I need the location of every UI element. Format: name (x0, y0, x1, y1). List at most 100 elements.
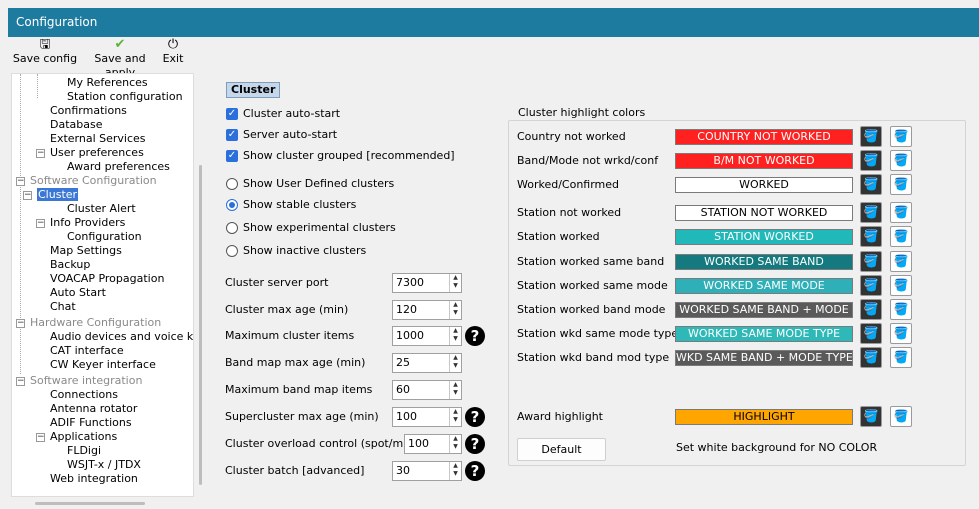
background-color-bucket-icon[interactable]: 🪣 (860, 174, 882, 195)
tree-item-info-providers[interactable]: Info Providers (50, 216, 125, 230)
tree-vertical-scrollbar[interactable] (199, 165, 202, 485)
tree-item-wsjtx-jtdx[interactable]: WSJT-x / JTDX (67, 458, 141, 472)
background-color-bucket-icon[interactable]: 🪣 (860, 202, 882, 223)
tree-horizontal-scrollbar[interactable] (35, 502, 145, 505)
highlight-swatch-station-worked-same-mode[interactable]: WORKED SAME MODE (675, 278, 853, 294)
highlight-swatch-station-wkd-same-mode-type[interactable]: WORKED SAME MODE TYPE (675, 326, 853, 342)
tree-item-antenna-rotator[interactable]: Antenna rotator (50, 402, 137, 416)
exit-button[interactable]: ⏻ Exit (160, 37, 186, 70)
save-config-button[interactable]: 🖫 Save config (12, 37, 78, 70)
maximum-band-map-items-spinbox[interactable]: 60 ▲ ▼ (392, 380, 462, 400)
tree-item-database[interactable]: Database (50, 118, 103, 132)
text-color-bucket-icon[interactable]: 🪣 (890, 251, 912, 272)
tree-item-audio-devices[interactable]: Audio devices and voice keye (50, 330, 193, 344)
text-color-bucket-icon[interactable]: 🪣 (890, 202, 912, 223)
highlight-swatch-station-wkd-band-mod-type[interactable]: WKD SAME BAND + MODE TYPE (675, 350, 853, 366)
text-color-bucket-icon[interactable]: 🪣 (890, 150, 912, 171)
background-color-bucket-icon[interactable]: 🪣 (860, 323, 882, 344)
highlight-swatch-station-worked-same-band[interactable]: WORKED SAME BAND (675, 254, 853, 270)
background-color-bucket-icon[interactable]: 🪣 (860, 406, 882, 427)
collapse-icon[interactable]: − (16, 177, 25, 186)
cluster-server-port-spinbox[interactable]: 7300 ▲ ▼ (392, 273, 462, 293)
tree-item-cluster[interactable]: Cluster (37, 188, 79, 202)
tree-item-configuration[interactable]: Configuration (67, 230, 142, 244)
radio-stable-clusters[interactable]: Show stable clusters (226, 198, 356, 212)
cluster-max-age-spinbox[interactable]: 120 ▲ ▼ (392, 300, 462, 320)
background-color-bucket-icon[interactable]: 🪣 (860, 126, 882, 147)
highlight-swatch-station-worked-band-mode[interactable]: WORKED SAME BAND + MODE (675, 302, 853, 318)
tree-item-cw-keyer-interface[interactable]: CW Keyer interface (50, 358, 156, 372)
tree-item-cat-interface[interactable]: CAT interface (50, 344, 124, 358)
collapse-icon[interactable]: − (23, 191, 32, 200)
highlight-swatch-station-not-worked[interactable]: STATION NOT WORKED (675, 205, 853, 221)
tree-item-fldigi[interactable]: FLDigi (67, 444, 101, 458)
cluster-batch-spinbox[interactable]: 30 ▲ ▼ (392, 461, 462, 481)
highlight-label-country-not-worked: Country not worked (517, 130, 626, 143)
text-color-bucket-icon[interactable]: 🪣 (890, 226, 912, 247)
cluster-overload-control-spinbox[interactable]: 100 ▲ ▼ (404, 434, 462, 454)
background-color-bucket-icon[interactable]: 🪣 (860, 251, 882, 272)
help-icon[interactable]: ? (465, 407, 485, 427)
radio-experimental-clusters[interactable]: Show experimental clusters (226, 221, 396, 235)
tree-item-confirmations[interactable]: Confirmations (50, 104, 127, 118)
highlight-swatch-band-mode-not-wrkd-conf[interactable]: B/M NOT WORKED (675, 153, 853, 169)
collapse-icon[interactable]: − (36, 433, 45, 442)
help-icon[interactable]: ? (465, 461, 485, 481)
text-color-bucket-icon[interactable]: 🪣 (890, 347, 912, 368)
checkmark-icon: ✓ (226, 108, 238, 120)
text-color-bucket-icon[interactable]: 🪣 (890, 323, 912, 344)
spin-arrows-icon: ▲ ▼ (449, 354, 461, 372)
help-icon[interactable]: ? (465, 434, 485, 454)
band-map-max-age-spinbox[interactable]: 25 ▲ ▼ (392, 353, 462, 373)
tree-item-backup[interactable]: Backup (50, 258, 90, 272)
tree-item-hardware-configuration[interactable]: Hardware Configuration (30, 316, 161, 330)
tree-item-map-settings[interactable]: Map Settings (50, 244, 122, 258)
tree-item-chat[interactable]: Chat (50, 300, 76, 314)
highlight-swatch-worked-confirmed[interactable]: WORKED (675, 177, 853, 193)
award-highlight-swatch[interactable]: HIGHLIGHT (675, 409, 853, 425)
tree-item-external-services[interactable]: External Services (50, 132, 146, 146)
background-color-bucket-icon[interactable]: 🪣 (860, 347, 882, 368)
server-auto-start-checkbox[interactable]: ✓ Server auto-start (226, 128, 337, 142)
collapse-icon[interactable]: − (16, 377, 25, 386)
highlight-swatch-station-worked[interactable]: STATION WORKED (675, 229, 853, 245)
text-color-bucket-icon[interactable]: 🪣 (890, 406, 912, 427)
section-title: Cluster (226, 82, 281, 98)
background-color-bucket-icon[interactable]: 🪣 (860, 275, 882, 296)
tree-item-software-integration[interactable]: Software integration (30, 374, 142, 388)
radio-user-defined-clusters[interactable]: Show User Defined clusters (226, 177, 394, 191)
tree-item-award-preferences[interactable]: Award preferences (67, 160, 170, 174)
text-color-bucket-icon[interactable]: 🪣 (890, 299, 912, 320)
supercluster-max-age-spinbox[interactable]: 100 ▲ ▼ (392, 407, 462, 427)
tree-item-auto-start[interactable]: Auto Start (50, 286, 106, 300)
help-icon[interactable]: ? (465, 326, 485, 346)
background-color-bucket-icon[interactable]: 🪣 (860, 226, 882, 247)
collapse-icon[interactable]: − (16, 319, 25, 328)
tree-item-applications[interactable]: Applications (50, 430, 117, 444)
background-color-bucket-icon[interactable]: 🪣 (860, 299, 882, 320)
tree-item-web-integration[interactable]: Web integration (50, 472, 138, 486)
radio-inactive-clusters[interactable]: Show inactive clusters (226, 244, 366, 258)
highlight-swatch-country-not-worked[interactable]: COUNTRY NOT WORKED (675, 129, 853, 145)
tree-item-software-configuration[interactable]: Software Configuration (30, 174, 157, 188)
cluster-auto-start-checkbox[interactable]: ✓ Cluster auto-start (226, 107, 340, 121)
collapse-icon[interactable]: − (36, 149, 45, 158)
default-button[interactable]: Default (517, 438, 606, 461)
text-color-bucket-icon[interactable]: 🪣 (890, 126, 912, 147)
tree-item-voacap-propagation[interactable]: VOACAP Propagation (50, 272, 164, 286)
text-color-bucket-icon[interactable]: 🪣 (890, 174, 912, 195)
text-color-bucket-icon[interactable]: 🪣 (890, 275, 912, 296)
save-and-apply-button[interactable]: ✔ Save and apply (82, 37, 158, 79)
show-cluster-grouped-checkbox[interactable]: ✓ Show cluster grouped [recommended] (226, 149, 455, 163)
tree-item-connections[interactable]: Connections (50, 388, 118, 402)
tree-item-cluster-alert[interactable]: Cluster Alert (67, 202, 136, 216)
tree-item-station-configuration[interactable]: Station configuration (67, 90, 183, 104)
tree-item-user-preferences[interactable]: User preferences (50, 146, 144, 160)
background-color-bucket-icon[interactable]: 🪣 (860, 150, 882, 171)
collapse-icon[interactable]: − (36, 219, 45, 228)
navigation-tree[interactable]: My References Station configuration Conf… (11, 73, 194, 497)
tree-item-adif-functions[interactable]: ADIF Functions (50, 416, 132, 430)
tree-item-my-references[interactable]: My References (67, 76, 148, 90)
highlight-label-station-worked-same-band: Station worked same band (517, 255, 665, 268)
maximum-cluster-items-spinbox[interactable]: 1000 ▲ ▼ (392, 326, 462, 346)
